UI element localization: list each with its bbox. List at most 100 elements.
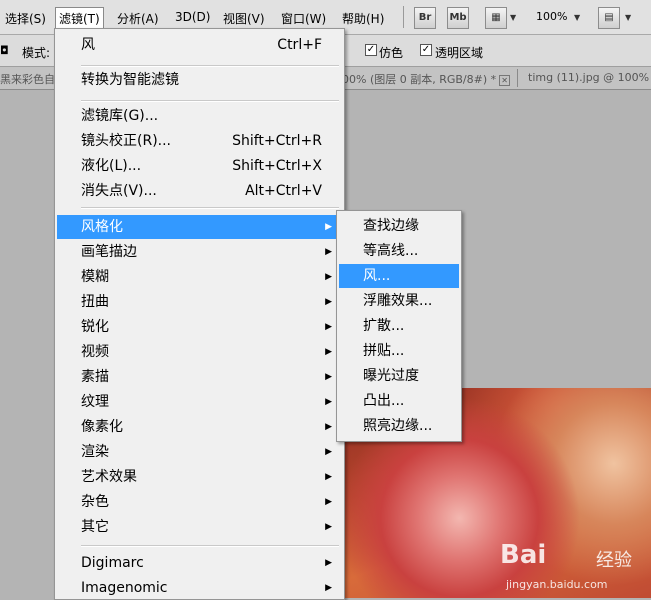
menu-item-texture[interactable]: 纹理 ▶ <box>57 390 342 414</box>
menu-item-render[interactable]: 渲染 ▶ <box>57 440 342 464</box>
zoom-level[interactable]: 100% <box>536 10 567 23</box>
menu-divider <box>81 65 339 67</box>
menu-item-other[interactable]: 其它 ▶ <box>57 515 342 539</box>
menu-item-label: 拼贴... <box>363 343 405 359</box>
submenu-item-wind[interactable]: 风... <box>339 264 459 288</box>
menu-item-label: 锐化 <box>81 319 109 335</box>
bridge-button[interactable]: Br <box>414 7 436 29</box>
menu-item-last-filter[interactable]: 风 Ctrl+F <box>57 33 342 57</box>
menu-item-shortcut: Alt+Ctrl+V <box>245 183 322 199</box>
menu-divider <box>81 100 339 102</box>
tab-label: 00% (图层 0 副本, RGB/8#) * <box>342 73 497 86</box>
submenu-arrow-icon: ▶ <box>325 272 332 282</box>
menu-item-label: 查找边缘 <box>363 218 419 234</box>
watermark-url: jingyan.baidu.com <box>506 578 608 591</box>
menu-item-label: 模糊 <box>81 269 109 285</box>
tool-preset-icon[interactable]: ◘ <box>0 44 9 57</box>
menu-item-label: 风... <box>363 268 391 284</box>
menu-analysis[interactable]: 分析(A) <box>117 10 159 27</box>
submenu-arrow-icon: ▶ <box>325 322 332 332</box>
menu-item-vanishing-point[interactable]: 消失点(V)... Alt+Ctrl+V <box>57 179 342 203</box>
menu-divider <box>81 207 339 209</box>
menu-item-brush-strokes[interactable]: 画笔描边 ▶ <box>57 240 342 264</box>
menu-item-label: 镜头校正(R)... <box>81 133 172 149</box>
transparency-checkbox[interactable]: ✓ <box>420 44 432 56</box>
chevron-down-icon[interactable]: ▼ <box>574 13 580 22</box>
menu-item-label: 消失点(V)... <box>81 183 157 199</box>
menu-item-label: Digimarc <box>81 555 144 571</box>
minibridge-button[interactable]: Mb <box>447 7 469 29</box>
menu-item-label: 扩散... <box>363 318 405 334</box>
menu-item-label: 滤镜库(G)... <box>81 108 159 124</box>
menu-select[interactable]: 选择(S) <box>5 10 46 27</box>
menu-item-sketch[interactable]: 素描 ▶ <box>57 365 342 389</box>
menu-item-convert-smart-filter[interactable]: 转换为智能滤镜 <box>57 68 342 92</box>
menu-help[interactable]: 帮助(H) <box>342 10 384 27</box>
menu-item-lens-correction[interactable]: 镜头校正(R)... Shift+Ctrl+R <box>57 129 342 153</box>
submenu-arrow-icon: ▶ <box>325 558 332 568</box>
submenu-item-find-edges[interactable]: 查找边缘 <box>339 214 459 238</box>
menu-item-label: 素描 <box>81 369 109 385</box>
menu-item-label: 杂色 <box>81 494 109 510</box>
submenu-item-extrude[interactable]: 凸出... <box>339 389 459 413</box>
dither-label: 仿色 <box>379 46 404 60</box>
menu-item-pixelate[interactable]: 像素化 ▶ <box>57 415 342 439</box>
watermark: Bai 经验 jingyan.baidu.com <box>500 540 651 598</box>
menu-item-sharpen[interactable]: 锐化 ▶ <box>57 315 342 339</box>
submenu-arrow-icon: ▶ <box>325 497 332 507</box>
submenu-arrow-icon: ▶ <box>325 447 332 457</box>
menu-filter[interactable]: 滤镜(T) <box>55 7 104 30</box>
menu-item-label: 渲染 <box>81 444 109 460</box>
menu-item-label: 扭曲 <box>81 294 109 310</box>
menu-item-artistic[interactable]: 艺术效果 ▶ <box>57 465 342 489</box>
menu-item-shortcut: Shift+Ctrl+R <box>232 133 322 149</box>
submenu-item-trace-contour[interactable]: 等高线... <box>339 239 459 263</box>
menu-item-label: 转换为智能滤镜 <box>81 72 179 88</box>
menu-item-label: 曝光过度 <box>363 368 419 384</box>
menu-item-shortcut: Ctrl+F <box>277 37 322 53</box>
mode-label: 模式: <box>22 46 51 60</box>
menu-item-filter-gallery[interactable]: 滤镜库(G)... <box>57 104 342 128</box>
toolbar-divider <box>403 6 404 28</box>
submenu-item-glowing-edges[interactable]: 照亮边缘... <box>339 414 459 438</box>
submenu-item-emboss[interactable]: 浮雕效果... <box>339 289 459 313</box>
menu-item-imagenomic[interactable]: Imagenomic ▶ <box>57 576 342 600</box>
menu-window[interactable]: 窗口(W) <box>281 10 326 27</box>
menu-item-label: 等高线... <box>363 243 419 259</box>
menu-item-label: 像素化 <box>81 419 123 435</box>
menu-item-video[interactable]: 视频 ▶ <box>57 340 342 364</box>
menu-3d[interactable]: 3D(D) <box>175 10 210 24</box>
close-icon[interactable]: ✕ <box>499 74 511 86</box>
submenu-arrow-icon: ▶ <box>325 297 332 307</box>
tab-divider <box>517 69 518 87</box>
submenu-item-tiles[interactable]: 拼贴... <box>339 339 459 363</box>
submenu-arrow-icon: ▶ <box>325 422 332 432</box>
menu-item-noise[interactable]: 杂色 ▶ <box>57 490 342 514</box>
menu-divider <box>81 545 339 547</box>
menu-view[interactable]: 视图(V) <box>223 10 265 27</box>
submenu-arrow-icon: ▶ <box>325 583 332 593</box>
arrange-documents-icon[interactable]: ▤ <box>598 7 620 29</box>
chevron-down-icon[interactable]: ▼ <box>510 13 516 22</box>
submenu-item-diffuse[interactable]: 扩散... <box>339 314 459 338</box>
view-extras-icon[interactable]: ▦ <box>485 7 507 29</box>
menu-item-shortcut: Shift+Ctrl+X <box>232 158 322 174</box>
chevron-down-icon[interactable]: ▼ <box>625 13 631 22</box>
submenu-arrow-icon: ▶ <box>325 372 332 382</box>
filter-menu: 风 Ctrl+F 转换为智能滤镜 滤镜库(G)... 镜头校正(R)... Sh… <box>54 28 345 600</box>
menu-item-digimarc[interactable]: Digimarc ▶ <box>57 551 342 575</box>
menu-item-label: 其它 <box>81 519 109 535</box>
document-tab[interactable]: 黑来彩色自 <box>0 71 55 87</box>
menu-item-label: Imagenomic <box>81 580 168 596</box>
document-tab[interactable]: timg (11).jpg @ 100% ( <box>528 71 651 84</box>
menu-item-liquify[interactable]: 液化(L)... Shift+Ctrl+X <box>57 154 342 178</box>
menu-item-blur[interactable]: 模糊 ▶ <box>57 265 342 289</box>
menu-item-distort[interactable]: 扭曲 ▶ <box>57 290 342 314</box>
submenu-arrow-icon: ▶ <box>325 347 332 357</box>
dither-checkbox[interactable]: ✓ <box>365 44 377 56</box>
submenu-item-solarize[interactable]: 曝光过度 <box>339 364 459 388</box>
menu-item-stylize[interactable]: 风格化 ▶ <box>57 215 342 239</box>
menu-item-label: 凸出... <box>363 393 405 409</box>
submenu-arrow-icon: ▶ <box>325 472 332 482</box>
document-tab[interactable]: 00% (图层 0 副本, RGB/8#) * ✕ <box>342 71 511 87</box>
